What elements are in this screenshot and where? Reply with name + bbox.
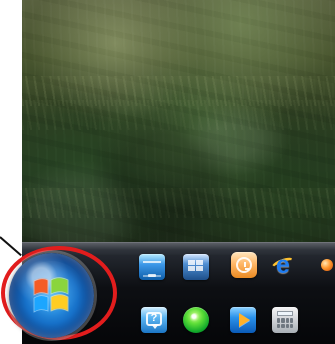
green-orb-tile <box>183 307 209 333</box>
start-button[interactable] <box>9 253 94 338</box>
help-icon[interactable]: ? <box>141 307 167 333</box>
calculator-key <box>277 318 281 323</box>
calculator-icon-tile <box>272 307 298 333</box>
clock-icon-tile <box>231 252 257 278</box>
desktop-wallpaper <box>22 0 335 242</box>
internet-explorer-icon[interactable]: e <box>270 252 296 278</box>
calculator-keys <box>277 318 293 328</box>
help-icon-tile: ? <box>141 307 167 333</box>
calculator-screen <box>277 311 293 316</box>
clock-face <box>236 257 252 273</box>
windows-grid-pane <box>196 266 203 271</box>
annotation-pointer-line <box>0 236 22 257</box>
calculator-key <box>285 318 289 323</box>
play-icon[interactable] <box>230 307 256 333</box>
windows-grid-pane <box>196 260 203 265</box>
monitor-base <box>148 274 156 277</box>
windows-grid-pane <box>188 260 195 265</box>
calculator-key <box>281 318 285 323</box>
monitor-icon-tile <box>139 254 165 280</box>
play-triangle <box>239 313 250 327</box>
internet-explorer-icon-tile: e <box>270 252 296 278</box>
calculator-key <box>289 323 293 328</box>
desktop-screenshot: e ? <box>0 0 335 344</box>
internet-explorer-letter: e <box>276 252 290 278</box>
calculator-key <box>277 323 281 328</box>
green-orb-icon[interactable] <box>183 307 209 333</box>
partial-app-glyph <box>321 259 333 271</box>
green-orb-highlight <box>190 313 200 323</box>
play-icon-tile <box>230 307 256 333</box>
clock-icon[interactable] <box>231 252 257 278</box>
windows-icon-tile <box>183 254 209 280</box>
windows-grid-pane <box>188 266 195 271</box>
monitor-icon[interactable] <box>139 254 165 280</box>
calculator-key <box>285 323 289 328</box>
grass-highlight-band <box>22 76 335 106</box>
calculator-key <box>281 323 285 328</box>
calculator-key <box>289 318 293 323</box>
windows-icon[interactable] <box>183 254 209 280</box>
grass-highlight-band <box>22 188 335 218</box>
calculator-icon[interactable] <box>272 307 298 333</box>
help-question-mark: ? <box>150 312 158 324</box>
app-icon-tile <box>314 253 335 279</box>
windows-grid-icon <box>188 260 204 272</box>
grass-highlight-band <box>22 100 335 130</box>
app-icon[interactable] <box>314 253 335 279</box>
windows-logo-icon <box>33 277 69 313</box>
